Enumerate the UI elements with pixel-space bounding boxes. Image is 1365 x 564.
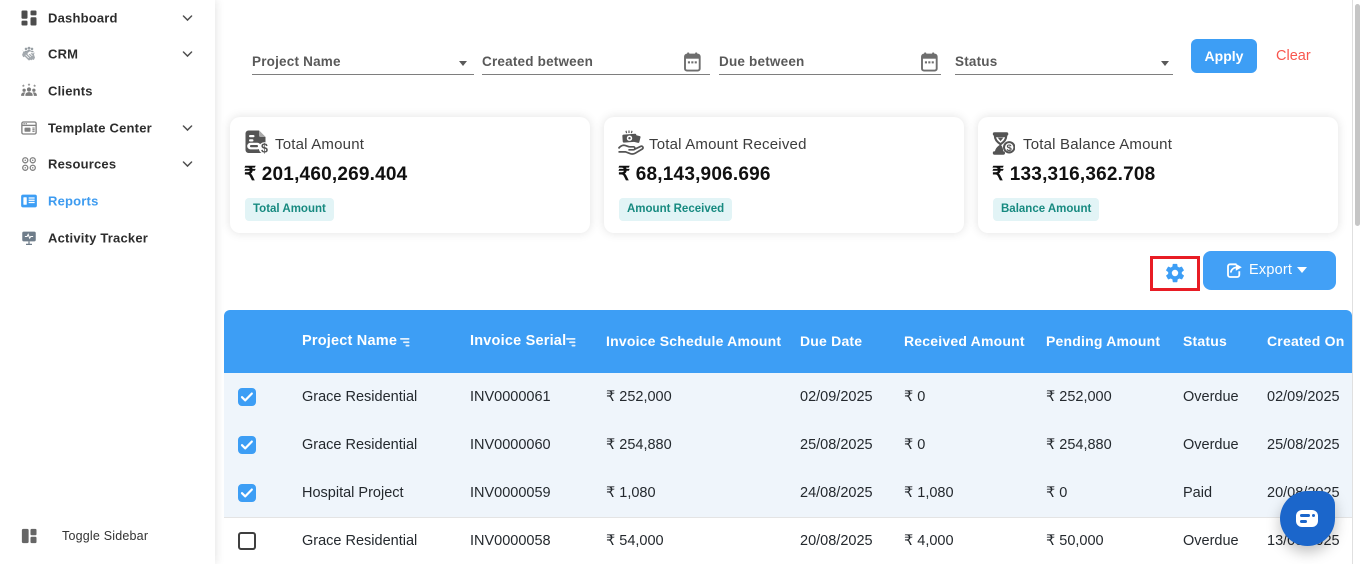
svg-text:$: $ [1007,143,1013,154]
svg-text:$: $ [261,141,268,154]
